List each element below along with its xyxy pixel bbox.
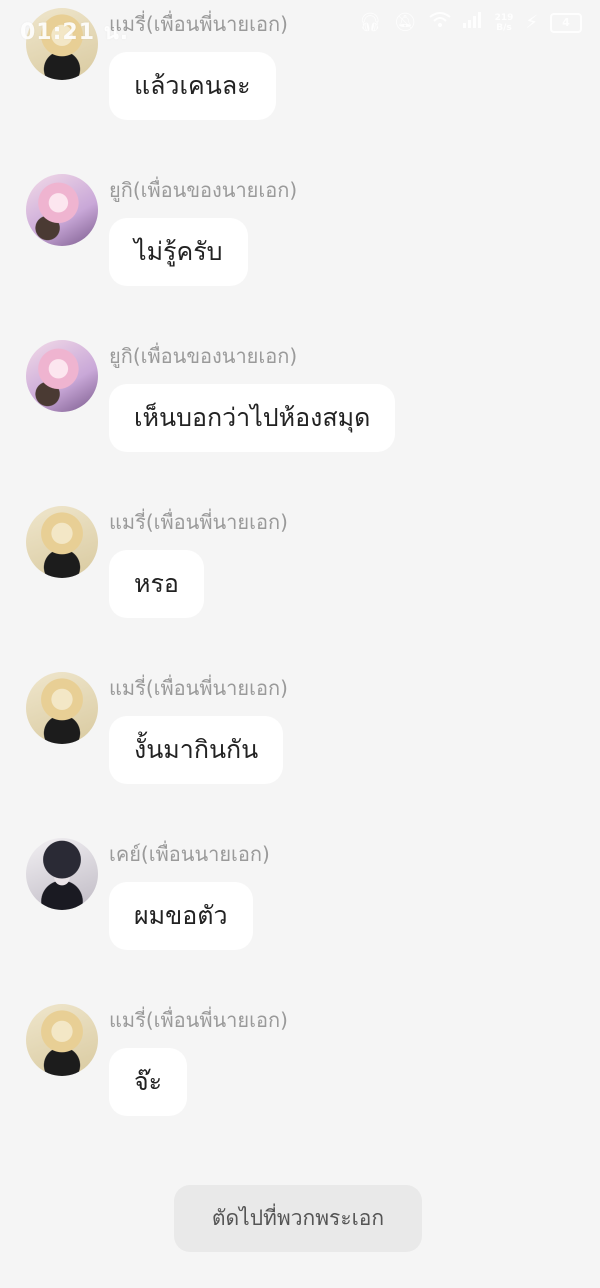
headphones-icon: 🎧︎ bbox=[358, 12, 382, 33]
chat-message: แมรี่(เพื่อนพี่นายเอก) หรอ bbox=[0, 506, 600, 636]
mute-icon: 🔕︎ bbox=[393, 12, 417, 33]
chat-message: แมรี่(เพื่อนพี่นายเอก) จ๊ะ bbox=[0, 1004, 600, 1134]
signal-icon bbox=[462, 12, 483, 33]
skip-to-protagonists-button[interactable]: ตัดไปที่พวกพระเอก bbox=[174, 1185, 422, 1252]
sender-name: ยูกิ(เพื่อนของนายเอก) bbox=[109, 344, 298, 368]
charging-icon: ⚡︎ bbox=[525, 12, 538, 33]
chat-message: เคย์(เพื่อนนายเอก) ผมขอตัว bbox=[0, 838, 600, 968]
status-icons: 🎧︎ 🔕︎ 219 B/s ⚡︎ 4 bbox=[359, 12, 582, 33]
sender-name: แมรี่(เพื่อนพี่นายเอก) bbox=[109, 1008, 288, 1032]
message-bubble: ผมขอตัว bbox=[109, 882, 253, 950]
sender-name: เคย์(เพื่อนนายเอก) bbox=[109, 842, 270, 866]
message-bubble: แล้วเคนละ bbox=[109, 52, 276, 120]
message-bubble: หรอ bbox=[109, 550, 204, 618]
message-bubble: ไม่รู้ครับ bbox=[109, 218, 248, 286]
chat-message: ยูกิ(เพื่อนของนายเอก) เห็นบอกว่าไปห้องสม… bbox=[0, 340, 600, 470]
avatar[interactable] bbox=[26, 1004, 98, 1076]
wifi-icon bbox=[428, 12, 451, 33]
avatar[interactable] bbox=[26, 672, 98, 744]
net-speed: 219 B/s bbox=[494, 12, 514, 33]
battery-icon: 4 bbox=[550, 12, 582, 33]
message-bubble: จ๊ะ bbox=[109, 1048, 188, 1116]
chat-message: ยูกิ(เพื่อนของนายเอก) ไม่รู้ครับ bbox=[0, 174, 600, 304]
message-bubble: งั้นมากินกัน bbox=[109, 716, 284, 784]
avatar[interactable] bbox=[26, 506, 98, 578]
status-bar: 01:21 น. 🎧︎ 🔕︎ 219 B/s ⚡︎ 4 bbox=[0, 0, 600, 52]
avatar[interactable] bbox=[26, 174, 98, 246]
sender-name: แมรี่(เพื่อนพี่นายเอก) bbox=[109, 676, 288, 700]
avatar[interactable] bbox=[26, 838, 98, 910]
message-bubble: เห็นบอกว่าไปห้องสมุด bbox=[109, 384, 396, 452]
chat-message: แมรี่(เพื่อนพี่นายเอก) งั้นมากินกัน bbox=[0, 672, 600, 802]
sender-name: แมรี่(เพื่อนพี่นายเอก) bbox=[109, 510, 288, 534]
sender-name: ยูกิ(เพื่อนของนายเอก) bbox=[109, 178, 298, 202]
avatar[interactable] bbox=[26, 340, 98, 412]
status-time: 01:21 น. bbox=[20, 20, 130, 45]
